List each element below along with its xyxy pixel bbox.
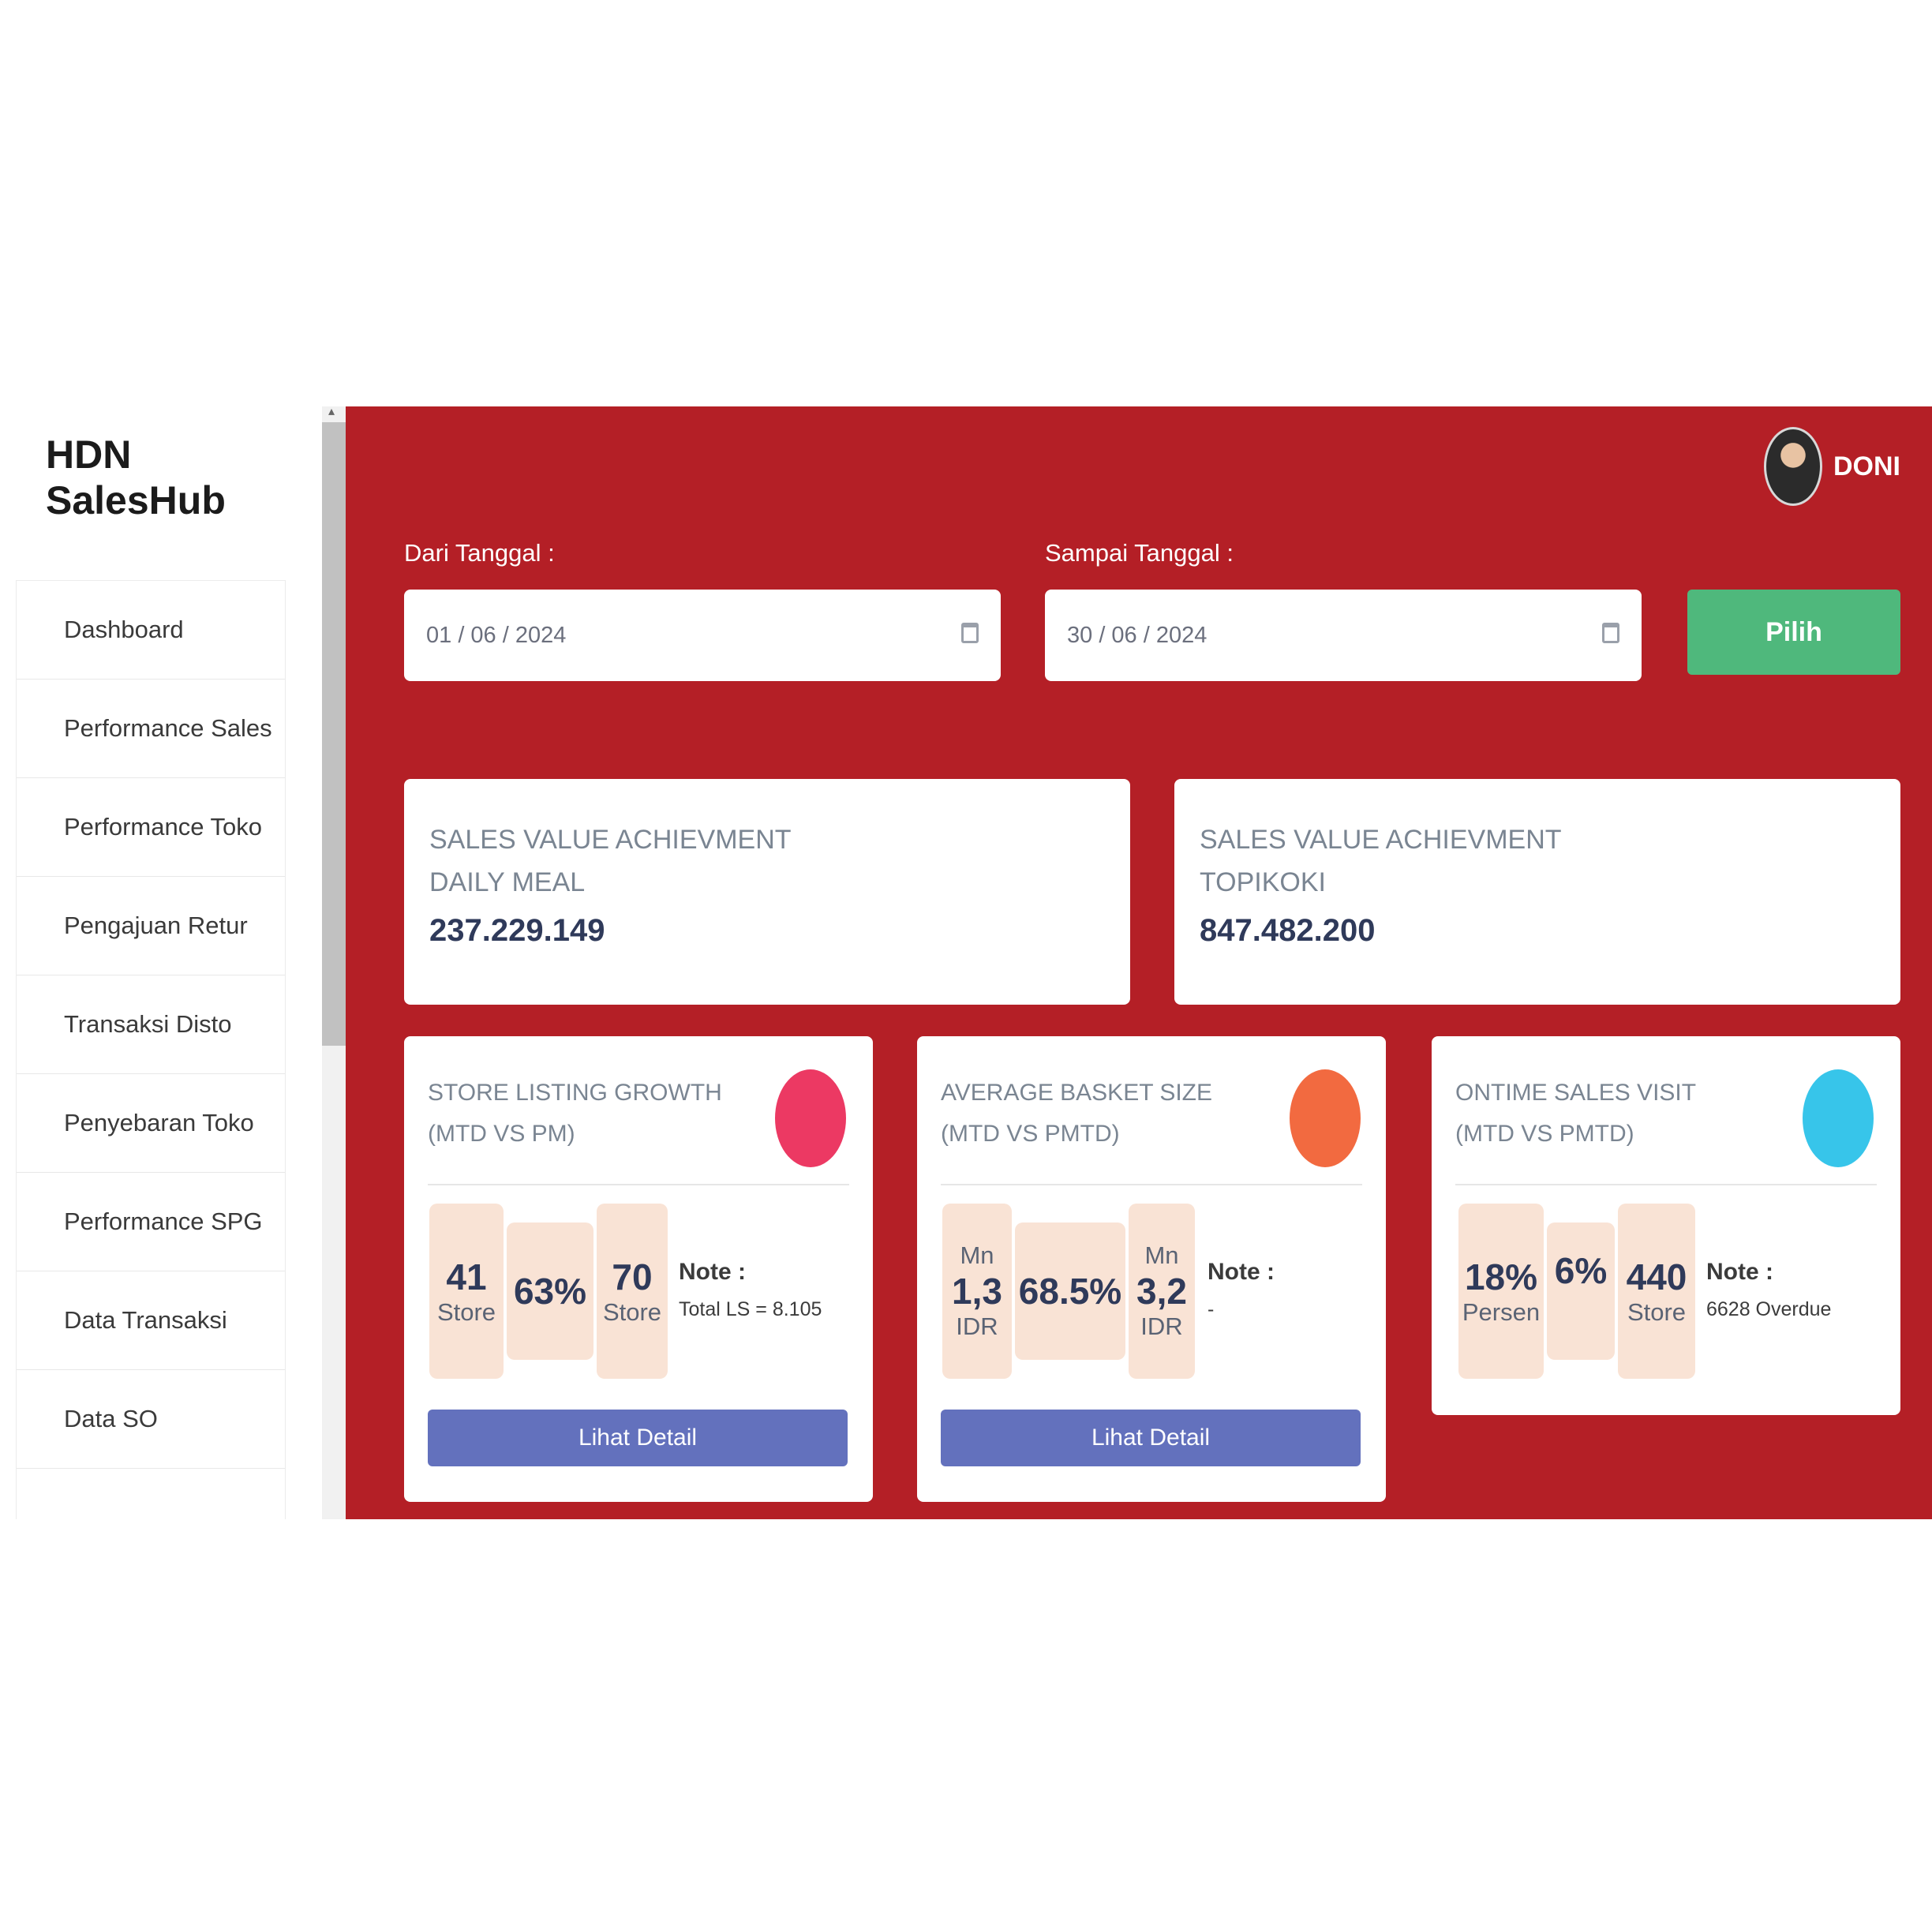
sales-value-card-daily-meal: SALES VALUE ACHIEVMENT DAILY MEAL 237.22… (404, 779, 1130, 1005)
metric-mtd-value: 18% (1464, 1256, 1538, 1297)
sales-value-title: SALES VALUE ACHIEVMENT DAILY MEAL (429, 818, 792, 904)
sales-value-title-line1: SALES VALUE ACHIEVMENT (429, 825, 792, 855)
metric-pmtd-value: 440 (1626, 1256, 1687, 1297)
calendar-icon[interactable] (961, 623, 979, 643)
metric-pmtd-pill: 440 Store (1618, 1204, 1695, 1379)
metric-growth-value: 6% (1554, 1250, 1608, 1291)
divider (1455, 1184, 1877, 1185)
sidebar-item-dashboard[interactable]: Dashboard (17, 581, 285, 680)
metric-pmtd-unit: IDR (1140, 1312, 1183, 1340)
sales-value-amount: 847.482.200 (1200, 913, 1376, 948)
metric-title-line2: (MTD VS PMTD) (941, 1121, 1120, 1147)
lihat-detail-button[interactable]: Lihat Detail (941, 1410, 1361, 1466)
metric-growth-value: 63% (513, 1271, 587, 1312)
metric-title-line2: (MTD VS PMTD) (1455, 1121, 1634, 1147)
divider (428, 1184, 849, 1185)
metric-growth-pill: 68.5% (1015, 1222, 1125, 1360)
metric-indicator-circle (1803, 1069, 1874, 1167)
metric-title: AVERAGE BASKET SIZE (MTD VS PMTD) (941, 1073, 1212, 1155)
sidebar-item-data-so[interactable]: Data SO (17, 1370, 285, 1469)
metric-pm-pill: 70 Store (597, 1204, 668, 1379)
sales-value-title-line2: DAILY MEAL (429, 867, 586, 897)
note-label: Note : (679, 1259, 746, 1285)
metric-mtd-unit: Store (436, 1298, 496, 1326)
sidebar: HDN SalesHub Dashboard Performance Sales… (0, 406, 322, 1519)
from-date-label: Dari Tanggal : (404, 539, 555, 567)
sales-value-title-line1: SALES VALUE ACHIEVMENT (1200, 825, 1562, 855)
sidebar-item-performance-spg[interactable]: Performance SPG (17, 1173, 285, 1271)
metric-mtd-prefix: Mn (960, 1241, 994, 1269)
note-label: Note : (1208, 1259, 1275, 1285)
user-menu[interactable]: DONI (1764, 427, 1900, 506)
pilih-button[interactable]: Pilih (1687, 590, 1900, 675)
sidebar-menu: Dashboard Performance Sales Performance … (16, 580, 286, 1519)
sidebar-item-more[interactable] (17, 1469, 285, 1519)
metric-card-average-basket-size: AVERAGE BASKET SIZE (MTD VS PMTD) Mn 1,3… (917, 1036, 1386, 1502)
metric-mtd-unit: Persen (1462, 1298, 1541, 1326)
metric-indicator-circle (1290, 1069, 1361, 1167)
sales-value-amount: 237.229.149 (429, 913, 605, 948)
sidebar-item-performance-toko[interactable]: Performance Toko (17, 778, 285, 877)
note-text: Total LS = 8.105 (679, 1298, 822, 1320)
metric-pmtd-value: 3,2 (1136, 1271, 1187, 1312)
metric-pm-unit: Store (602, 1298, 662, 1326)
sidebar-item-performance-sales[interactable]: Performance Sales (17, 680, 285, 778)
metric-mtd-unit: IDR (956, 1312, 998, 1340)
metric-mtd-pill: 41 Store (429, 1204, 504, 1379)
from-date-value: 01 / 06 / 2024 (426, 622, 567, 648)
metric-pm-value: 70 (612, 1256, 653, 1297)
metric-mtd-pill: 18% Persen (1458, 1204, 1544, 1379)
avatar[interactable] (1764, 427, 1822, 506)
metric-indicator-circle (775, 1069, 846, 1167)
metric-title: STORE LISTING GROWTH (MTD VS PM) (428, 1073, 722, 1155)
sidebar-item-data-transaksi[interactable]: Data Transaksi (17, 1271, 285, 1370)
metric-pmtd-prefix: Mn (1144, 1241, 1179, 1269)
user-name: DONI (1833, 451, 1900, 481)
lihat-detail-button[interactable]: Lihat Detail (428, 1410, 848, 1466)
sales-value-title-line2: TOPIKOKI (1200, 867, 1326, 897)
divider (941, 1184, 1362, 1185)
sidebar-item-pengajuan-retur[interactable]: Pengajuan Retur (17, 877, 285, 975)
metric-title: ONTIME SALES VISIT (MTD VS PMTD) (1455, 1073, 1696, 1155)
metric-card-ontime-sales-visit: ONTIME SALES VISIT (MTD VS PMTD) 18% Per… (1432, 1036, 1900, 1415)
metric-title-line1: STORE LISTING GROWTH (428, 1080, 722, 1106)
metric-growth-pill: 6% (1547, 1222, 1615, 1360)
brand-logo-text: HDN SalesHub (46, 432, 226, 522)
to-date-label: Sampai Tanggal : (1045, 539, 1234, 567)
sidebar-item-penyebaran-toko[interactable]: Penyebaran Toko (17, 1074, 285, 1173)
sales-value-card-topikoki: SALES VALUE ACHIEVMENT TOPIKOKI 847.482.… (1174, 779, 1900, 1005)
app-window: HDN SalesHub Dashboard Performance Sales… (0, 406, 1932, 1519)
note-text: - (1208, 1298, 1215, 1320)
to-date-input[interactable]: 30 / 06 / 2024 (1045, 590, 1642, 681)
sidebar-item-transaksi-disto[interactable]: Transaksi Disto (17, 975, 285, 1074)
metric-mtd-pill: Mn 1,3 IDR (942, 1204, 1012, 1379)
note-text: 6628 Overdue (1706, 1298, 1832, 1320)
scroll-up-icon[interactable]: ▴ (328, 406, 335, 419)
metric-growth-pill: 63% (507, 1222, 593, 1360)
note-label: Note : (1706, 1259, 1773, 1285)
metric-pmtd-pill: Mn 3,2 IDR (1129, 1204, 1195, 1379)
from-date-input[interactable]: 01 / 06 / 2024 (404, 590, 1001, 681)
calendar-icon[interactable] (1602, 623, 1619, 643)
scrollbar-thumb[interactable] (322, 422, 346, 1046)
sales-value-title: SALES VALUE ACHIEVMENT TOPIKOKI (1200, 818, 1562, 904)
metric-title-line2: (MTD VS PM) (428, 1121, 575, 1147)
metric-title-line1: AVERAGE BASKET SIZE (941, 1080, 1213, 1106)
metric-title-line1: ONTIME SALES VISIT (1455, 1080, 1697, 1106)
metric-mtd-value: 1,3 (952, 1271, 1002, 1312)
metric-card-store-listing-growth: STORE LISTING GROWTH (MTD VS PM) 41 Stor… (404, 1036, 873, 1502)
main-content: DONI Dari Tanggal : 01 / 06 / 2024 Sampa… (346, 406, 1932, 1519)
metric-pmtd-unit: Store (1627, 1298, 1687, 1326)
to-date-value: 30 / 06 / 2024 (1067, 622, 1208, 648)
sidebar-scrollbar[interactable]: ▴ (322, 406, 346, 1519)
metric-growth-value: 68.5% (1018, 1271, 1122, 1312)
metric-mtd-value: 41 (446, 1256, 487, 1297)
